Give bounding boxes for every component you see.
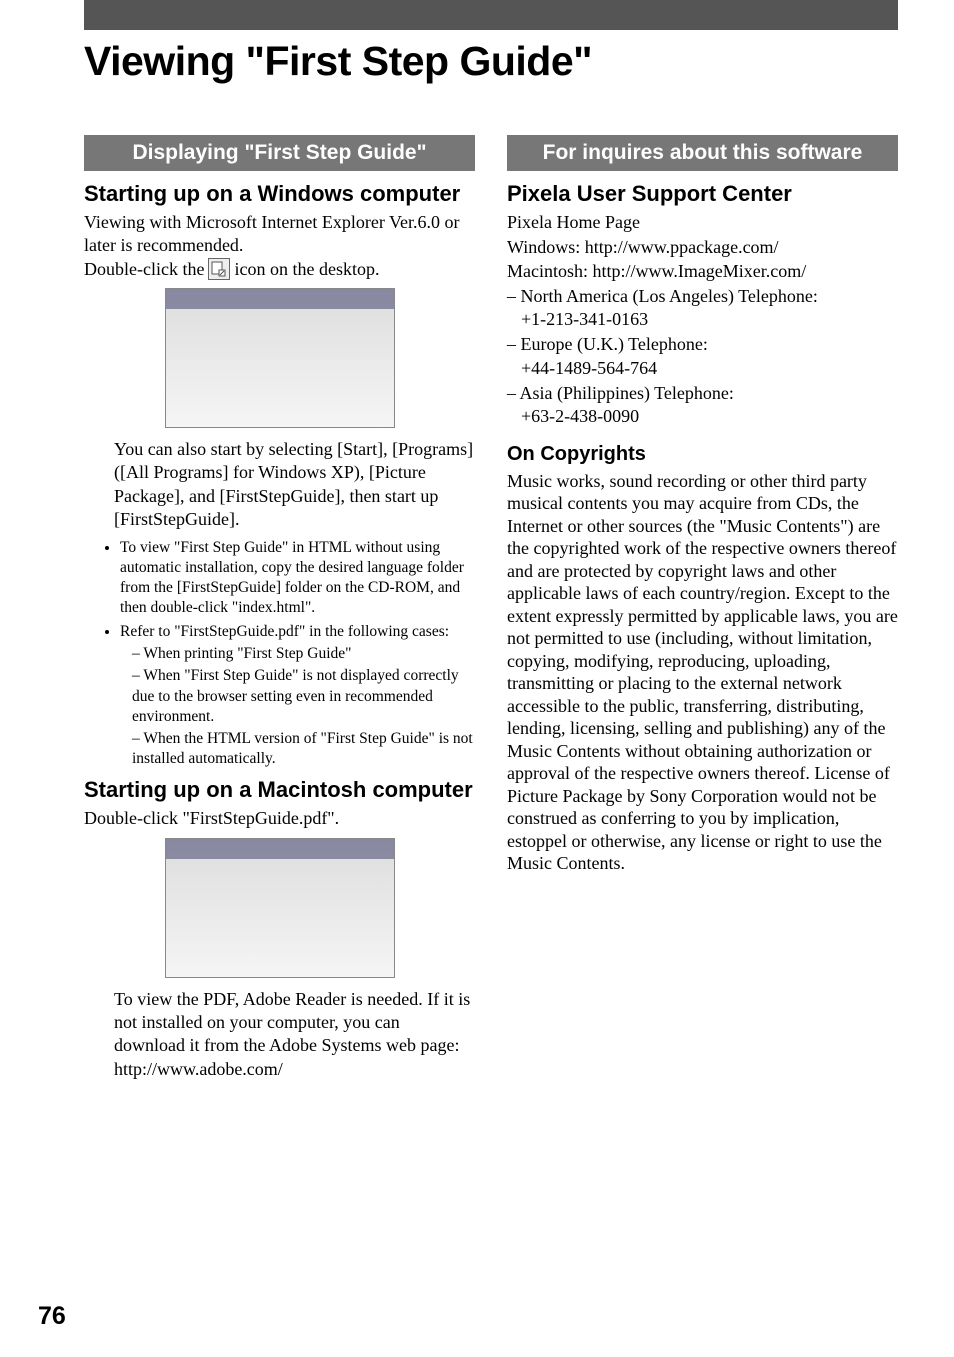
section-banner-displaying: Displaying "First Step Guide" [84,135,475,171]
bullet-pdf-cases: Refer to "FirstStepGuide.pdf" in the fol… [120,622,475,769]
text-pixela-mac: Macintosh: http://www.ImageMixer.com/ [507,260,898,283]
dash-printing: When printing "First Step Guide" [132,644,475,664]
bullet-pdf-cases-label: Refer to "FirstStepGuide.pdf" in the fol… [120,623,449,640]
region-asia-label: Asia (Philippines) Telephone: [507,383,734,403]
text-adobe-reader: To view the PDF, Adobe Reader is needed.… [114,988,475,1082]
text-copyright-body: Music works, sound recording or other th… [507,470,898,875]
screenshot-windows-help [165,288,395,428]
region-phone-list: North America (Los Angeles) Telephone: +… [507,285,898,429]
header-accent-bar [84,0,898,30]
text-ie-recommended: Viewing with Microsoft Internet Explorer… [84,211,475,256]
region-na-number: +1-213-341-0163 [521,309,648,329]
text-pixela-home: Pixela Home Page [507,211,898,234]
bullet-html-install: To view "First Step Guide" in HTML witho… [120,538,475,619]
section-banner-inquiries: For inquires about this software [507,135,898,171]
screenshot-mac-pdf [165,838,395,978]
region-na: North America (Los Angeles) Telephone: +… [507,285,898,332]
right-column: For inquires about this software Pixela … [507,135,898,1087]
text-mac-doubleclick: Double-click "FirstStepGuide.pdf". [84,807,475,830]
text-fragment: Double-click the [84,259,204,280]
heading-copyrights: On Copyrights [507,443,898,466]
left-column: Displaying "First Step Guide" Starting u… [84,135,475,1087]
region-eu: Europe (U.K.) Telephone: +44-1489-564-76… [507,333,898,380]
region-eu-number: +44-1489-564-764 [521,358,657,378]
text-start-menu-path: You can also start by selecting [Start],… [114,438,475,532]
first-step-guide-shortcut-icon [208,258,230,280]
text-fragment: icon on the desktop. [234,259,379,280]
region-na-label: North America (Los Angeles) Telephone: [507,286,818,306]
content-columns: Displaying "First Step Guide" Starting u… [0,85,954,1087]
region-asia: Asia (Philippines) Telephone: +63-2-438-… [507,382,898,429]
heading-windows: Starting up on a Windows computer [84,181,475,207]
link-adobe: http://www.adobe.com/ [114,1059,283,1079]
region-asia-number: +63-2-438-0090 [521,406,639,426]
dash-list: When printing "First Step Guide" When "F… [132,644,475,769]
text-pixela-windows: Windows: http://www.ppackage.com/ [507,236,898,259]
region-eu-label: Europe (U.K.) Telephone: [507,334,708,354]
text-adobe-body: To view the PDF, Adobe Reader is needed.… [114,989,470,1056]
page-number: 76 [38,1302,66,1331]
heading-macintosh: Starting up on a Macintosh computer [84,777,475,803]
dash-not-installed: When the HTML version of "First Step Gui… [132,729,475,769]
heading-pixela: Pixela User Support Center [507,181,898,207]
page-title: Viewing "First Step Guide" [84,38,954,85]
bullet-list: To view "First Step Guide" in HTML witho… [120,538,475,770]
dash-browser: When "First Step Guide" is not displayed… [132,666,475,726]
text-doubleclick-icon: Double-click the icon on the desktop. [84,258,475,280]
